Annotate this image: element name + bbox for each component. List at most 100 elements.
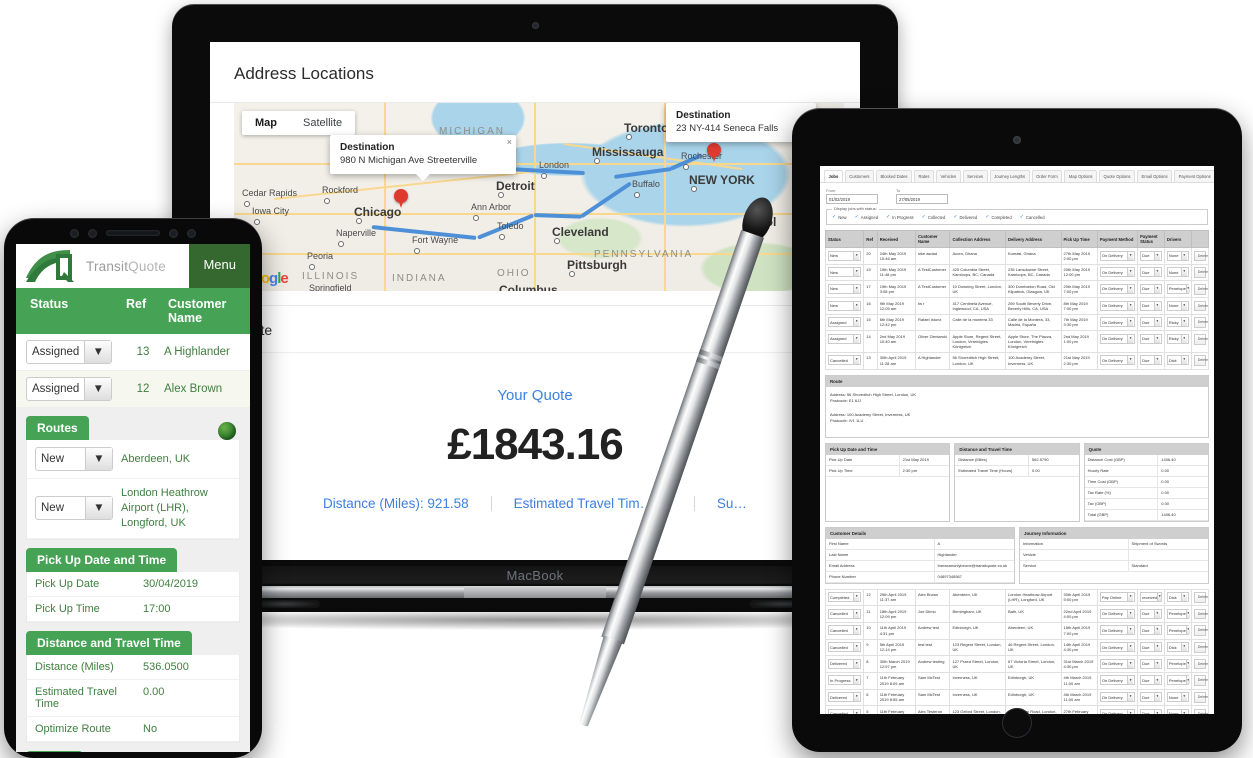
status-checkbox-delivered[interactable]: ✓ Delivered	[953, 215, 977, 221]
chevron-down-icon[interactable]: ▼	[84, 378, 112, 400]
tablet-home-button[interactable]	[1002, 708, 1032, 738]
cell-select[interactable]: On Delivery ▼	[1099, 675, 1136, 686]
cell-driver[interactable]: Dick ▼	[1163, 588, 1192, 607]
cell-select[interactable]: On Delivery ▼	[1099, 333, 1136, 344]
status-checkbox-completed[interactable]: ✓ Completed	[985, 215, 1011, 221]
table-row[interactable]: Cancelled ▼ 13 30th April 2019 11:28 am A Hi…	[824, 351, 1210, 370]
cell-actions[interactable]: Delete	[1190, 280, 1210, 299]
cell-payment-status[interactable]: Due ▼	[1137, 263, 1165, 282]
table-row[interactable]: Cancelled ▼ 10 11th April 2019 4:31 pm Andre…	[824, 621, 1210, 640]
chevron-down-icon[interactable]: ▼	[85, 497, 112, 520]
cell-payment-status[interactable]: Due ▼	[1137, 638, 1165, 657]
delete-button[interactable]: Delete	[1193, 317, 1208, 328]
cell-status[interactable]: Cancelled ▼	[824, 705, 865, 714]
cell-status[interactable]: Cancelled ▼	[824, 638, 865, 657]
cell-select[interactable]: None ▼	[1166, 300, 1189, 311]
cell-select[interactable]: Cancelled ▼	[828, 608, 862, 619]
table-row[interactable]: Assigned ▼ 15 6th May 2019 12:42 pm Rafael I…	[824, 313, 1210, 332]
delete-button[interactable]: Delete	[1193, 642, 1208, 653]
cell-payment-status[interactable]: Due ▼	[1137, 280, 1165, 299]
cell-driver[interactable]: Penelope ▼	[1163, 280, 1192, 299]
cell-status[interactable]: New ▼	[824, 263, 865, 282]
cell-status[interactable]: New ▼	[824, 280, 865, 299]
cell-actions[interactable]: Delete	[1190, 588, 1210, 607]
tab-payment-options[interactable]: Payment Options	[1174, 170, 1214, 182]
chevron-down-icon[interactable]: ▼	[85, 448, 112, 470]
map-container[interactable]: Map Satellite × Destination 980 N Michig…	[234, 103, 844, 291]
cell-select[interactable]: Dick ▼	[1166, 642, 1189, 653]
cell-actions[interactable]: Delete	[1190, 297, 1210, 315]
delete-button[interactable]: Delete	[1193, 592, 1208, 603]
cell-driver[interactable]: None ▼	[1163, 247, 1192, 265]
status-select[interactable]: Assigned ▼	[26, 340, 113, 364]
cell-status[interactable]: Cancelled ▼	[824, 351, 865, 370]
tab-jobs[interactable]: Jobs	[824, 170, 843, 182]
map-type-map[interactable]: Map	[242, 111, 290, 135]
cell-select[interactable]: On Delivery ▼	[1099, 642, 1136, 653]
cell-driver[interactable]: Dick ▼	[1163, 351, 1192, 370]
cell-select[interactable]: New ▼	[828, 267, 862, 278]
cell-select[interactable]: Due ▼	[1140, 658, 1162, 669]
cell-status[interactable]: New ▼	[824, 247, 865, 265]
cell-select[interactable]: Cancelled ▼	[828, 355, 862, 366]
delete-button[interactable]: Delete	[1193, 300, 1208, 312]
cell-actions[interactable]: Delete	[1190, 351, 1210, 370]
cell-payment-method[interactable]: On Delivery ▼	[1096, 263, 1139, 282]
status-select[interactable]: New ▼	[35, 447, 113, 471]
cell-select[interactable]: Due ▼	[1140, 283, 1162, 294]
cell-select[interactable]: Due ▼	[1140, 625, 1162, 636]
cell-select[interactable]: In Progress ▼	[828, 675, 862, 686]
cell-status[interactable]: New ▼	[824, 297, 865, 315]
table-row[interactable]: New ▼ 20 24th May 2019 10:46 am sike asdad Ac…	[824, 247, 1210, 265]
cell-select[interactable]: Penelope ▼	[1166, 625, 1190, 636]
tab-customers[interactable]: Customers	[844, 170, 875, 182]
globe-icon[interactable]	[218, 422, 236, 440]
delete-button[interactable]: Delete	[1193, 608, 1208, 620]
cell-select[interactable]: Cancelled ▼	[828, 625, 862, 636]
cell-payment-status[interactable]: Due ▼	[1137, 605, 1165, 623]
table-row[interactable]: New ▼ 16 9th May 2019 12:05 am tw r 417 Centi…	[824, 297, 1210, 315]
cell-payment-method[interactable]: On Delivery ▼	[1096, 655, 1139, 673]
cell-status[interactable]: Cancelled ▼	[824, 621, 865, 640]
cell-select[interactable]: Due ▼	[1140, 355, 1162, 366]
tab-services[interactable]: Services	[962, 170, 988, 182]
cell-driver[interactable]: None ▼	[1163, 263, 1192, 282]
cell-select[interactable]: Dick ▼	[1166, 355, 1189, 366]
cell-payment-status[interactable]: Due ▼	[1137, 247, 1165, 265]
table-row[interactable]: New ▼ 17 19th May 2019 3:08 pm A TestCustome…	[824, 280, 1210, 299]
cell-actions[interactable]: Delete	[1190, 688, 1210, 707]
cell-driver[interactable]: Penelope ▼	[1163, 671, 1192, 690]
cell-actions[interactable]: Delete	[1190, 330, 1210, 353]
cell-select[interactable]: On Delivery ▼	[1099, 300, 1136, 311]
cell-payment-status[interactable]: Due ▼	[1137, 655, 1165, 673]
delete-button[interactable]: Delete	[1193, 333, 1208, 345]
cell-select[interactable]: Due ▼	[1140, 708, 1162, 714]
map-pin-destination[interactable]	[707, 143, 721, 162]
cell-payment-status[interactable]: Due ▼	[1137, 705, 1165, 714]
cell-select[interactable]: On Delivery ▼	[1099, 692, 1136, 703]
cell-select[interactable]: Due ▼	[1140, 317, 1162, 328]
delete-button[interactable]: Delete	[1193, 283, 1208, 295]
cell-payment-method[interactable]: On Delivery ▼	[1096, 638, 1139, 657]
cell-select[interactable]: Due ▼	[1140, 608, 1162, 619]
cell-payment-method[interactable]: On Delivery ▼	[1096, 688, 1139, 707]
route-item[interactable]: New ▼ London Heathrow Airport (LHR), Longf…	[27, 479, 239, 539]
cell-select[interactable]: On Delivery ▼	[1099, 608, 1136, 619]
cell-status[interactable]: Delivered ▼	[824, 688, 865, 707]
cell-driver[interactable]: Ricky ▼	[1163, 330, 1192, 353]
tab-map-options[interactable]: Map Options	[1064, 170, 1098, 182]
cell-payment-method[interactable]: On Delivery ▼	[1096, 621, 1139, 640]
cell-select[interactable]: Cancelled ▼	[828, 642, 862, 653]
cell-select[interactable]: New ▼	[828, 300, 862, 311]
cell-driver[interactable]: Ricky ▼	[1163, 313, 1192, 332]
cell-select[interactable]: On Delivery ▼	[1099, 658, 1136, 669]
tab-rates[interactable]: Rates	[914, 170, 934, 182]
cell-driver[interactable]: Penelope ▼	[1163, 605, 1192, 623]
menu-button[interactable]: Menu	[189, 244, 250, 288]
table-row[interactable]: Assigned ▼ 13 A Highlander	[16, 334, 250, 371]
cell-select[interactable]: Ricky ▼	[1166, 317, 1189, 328]
cell-actions[interactable]: Delete	[1190, 313, 1210, 332]
cell-payment-method[interactable]: On Delivery ▼	[1096, 705, 1139, 714]
cell-actions[interactable]: Delete	[1190, 263, 1210, 282]
delete-button[interactable]: Delete	[1193, 675, 1208, 687]
